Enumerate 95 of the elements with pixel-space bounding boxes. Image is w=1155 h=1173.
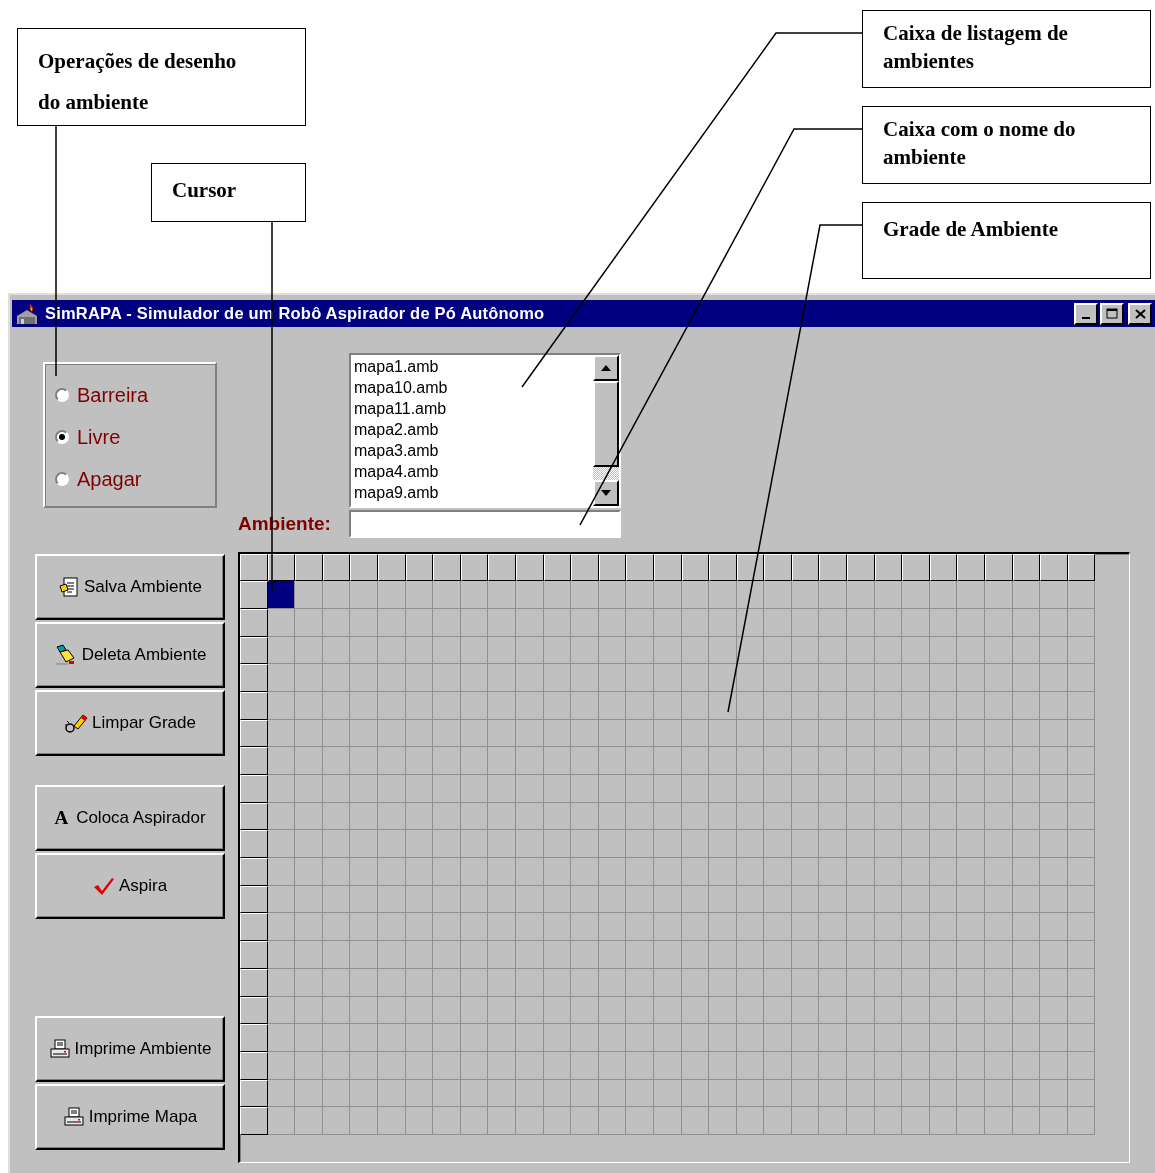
list-item[interactable]: mapa4.amb (354, 461, 590, 482)
cursor-cell[interactable] (267, 581, 296, 609)
radio-button[interactable] (55, 430, 69, 444)
window-title: SimRAPA - Simulador de um Robô Aspirador de Pó Autônomo (45, 303, 545, 325)
column-header[interactable] (791, 553, 820, 582)
row-header[interactable] (240, 608, 268, 637)
row-header[interactable] (240, 830, 268, 859)
column-header[interactable] (543, 553, 572, 582)
column-header[interactable] (764, 553, 792, 582)
column-header[interactable] (653, 553, 682, 582)
row-header[interactable] (240, 1051, 268, 1080)
radio-button[interactable] (55, 388, 69, 402)
down-arrow-icon (601, 490, 611, 496)
column-header[interactable] (902, 553, 930, 582)
radio-label: Apagar (77, 467, 142, 492)
action-button[interactable]: A Coloca Aspirador (35, 785, 225, 851)
row-header[interactable] (240, 913, 268, 942)
row-header[interactable] (240, 802, 268, 831)
list-item[interactable]: mapa9.amb (354, 482, 590, 503)
list-item[interactable]: mapa10.amb (354, 377, 590, 398)
close-icon (1134, 308, 1146, 319)
scroll-thumb[interactable] (593, 381, 619, 467)
row-header[interactable] (240, 885, 268, 914)
row-header[interactable] (240, 747, 268, 775)
column-header[interactable] (488, 553, 516, 582)
row-header[interactable] (240, 996, 268, 1025)
row-header[interactable] (240, 1024, 268, 1052)
radio-button[interactable] (55, 472, 69, 486)
column-header[interactable] (874, 553, 903, 582)
column-header[interactable] (819, 553, 848, 582)
row-header[interactable] (240, 858, 268, 886)
column-header[interactable] (1040, 553, 1068, 582)
minimize-icon (1082, 317, 1090, 319)
scroll-track[interactable] (593, 467, 619, 480)
minimize-button[interactable] (1074, 302, 1098, 325)
radio-label: Barreira (77, 383, 149, 408)
column-header[interactable] (377, 553, 406, 582)
checkmark-icon (92, 876, 115, 896)
column-header[interactable] (240, 553, 268, 582)
row-header[interactable] (240, 719, 268, 748)
print-button[interactable]: Imprime Ambiente (35, 1016, 225, 1082)
up-arrow-icon (601, 365, 611, 371)
list-item[interactable]: mapa1.amb (354, 356, 590, 377)
column-header[interactable] (847, 553, 875, 582)
maximize-icon (1106, 308, 1118, 319)
action-button[interactable]: Limpar Grade (35, 690, 225, 756)
column-header[interactable] (571, 553, 599, 582)
row-header[interactable] (240, 664, 268, 692)
callout-text: Cursor (172, 178, 237, 202)
column-header[interactable] (598, 553, 627, 582)
action-button[interactable]: Aspira (35, 853, 225, 919)
column-header[interactable] (433, 553, 461, 582)
column-header[interactable] (929, 553, 958, 582)
row-header[interactable] (240, 775, 268, 803)
column-header[interactable] (681, 553, 710, 582)
column-header[interactable] (295, 553, 323, 582)
row-header[interactable] (240, 636, 268, 665)
list-item[interactable]: mapa11.amb (354, 398, 590, 419)
action-button[interactable]: Salva Ambiente (35, 554, 225, 620)
maximize-button[interactable] (1100, 302, 1124, 325)
action-button[interactable]: Deleta Ambiente (35, 622, 225, 688)
document-icon (57, 576, 80, 598)
printer-icon (62, 1107, 85, 1127)
print-button[interactable]: Imprime Mapa (35, 1084, 225, 1150)
column-header[interactable] (709, 553, 737, 582)
column-header[interactable] (460, 553, 489, 582)
row-header[interactable] (240, 581, 268, 609)
scroll-down-button[interactable] (593, 480, 619, 506)
environment-name-field[interactable] (349, 510, 621, 539)
callout-text: Grade de Ambiente (883, 217, 1058, 241)
column-header[interactable] (322, 553, 351, 582)
column-header[interactable] (1067, 553, 1096, 582)
column-header[interactable] (350, 553, 378, 582)
row-header[interactable] (240, 1107, 268, 1135)
list-item[interactable]: mapa2.amb (354, 419, 590, 440)
column-header[interactable] (985, 553, 1013, 582)
column-header[interactable] (405, 553, 434, 582)
row-header[interactable] (240, 1079, 268, 1108)
eraser-icon (64, 712, 89, 734)
row-header[interactable] (240, 941, 268, 969)
callout-text: Caixa de listagem de ambientes (883, 21, 1068, 73)
row-header[interactable] (240, 968, 268, 997)
callout-text: Operações de desenho do ambiente (38, 49, 237, 114)
scroll-up-button[interactable] (593, 355, 619, 381)
column-header[interactable] (957, 553, 986, 582)
column-header[interactable] (626, 553, 654, 582)
column-header[interactable] (1012, 553, 1041, 582)
row-header[interactable] (240, 691, 268, 720)
close-button[interactable] (1128, 302, 1152, 325)
printer-icon (48, 1039, 71, 1059)
radio-label: Livre (77, 425, 121, 450)
environment-list[interactable]: mapa1.amb mapa10.amb mapa11.amb mapa2.amb mapa3.amb mapa4.amb mapa9.amb (349, 353, 621, 508)
list-item[interactable]: mapa3.amb (354, 440, 590, 461)
callout-text: Caixa com o nome do ambiente (883, 117, 1076, 169)
column-header[interactable] (515, 553, 544, 582)
